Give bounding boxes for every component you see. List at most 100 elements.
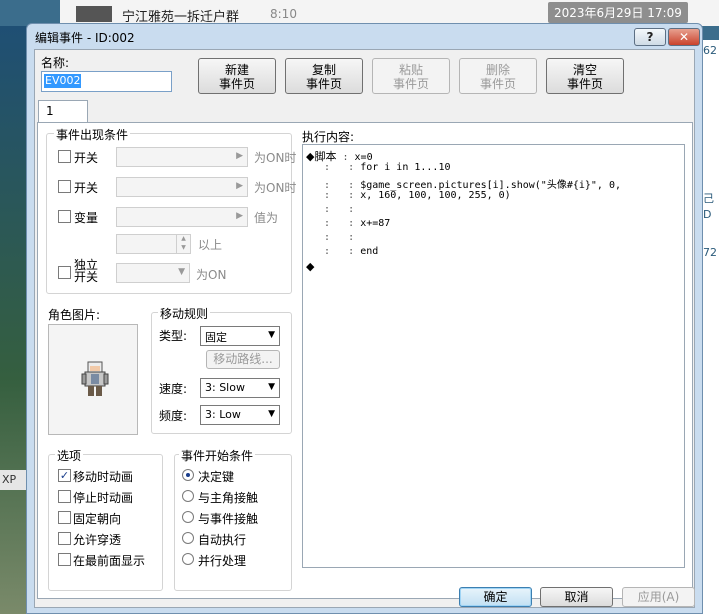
- background-chat-time: 8:10: [270, 7, 297, 21]
- command-line[interactable]: ◆: [306, 260, 314, 273]
- button-line: 事件页: [305, 77, 342, 91]
- trigger-parallel-radio[interactable]: [182, 553, 194, 565]
- speed-dropdown[interactable]: 3: Slow ▼: [200, 378, 280, 398]
- chat-thumbnail-icon: [76, 6, 112, 22]
- button-line: 事件页: [392, 77, 429, 91]
- move-route-button[interactable]: 移动路线...: [206, 350, 280, 369]
- spin-up-icon[interactable]: ▲: [176, 235, 190, 244]
- dialog-body: 名称: EV002 新建 事件页 复制 事件页 粘贴 事件页 删除 事件页 清空…: [34, 49, 695, 608]
- speed-value: 3: Slow: [205, 381, 245, 394]
- switch1-suffix: 为ON时: [254, 151, 297, 165]
- option-label: 允许穿透: [73, 533, 122, 547]
- background-left-strip: [0, 26, 28, 614]
- speed-label: 速度:: [159, 382, 188, 396]
- button-line: 事件页: [218, 77, 255, 91]
- option-label: 固定朝向: [73, 512, 122, 526]
- apply-button[interactable]: 应用(A): [622, 587, 695, 607]
- self-switch-label-line2: 开关: [74, 270, 99, 284]
- frequency-dropdown[interactable]: 3: Low ▼: [200, 405, 280, 425]
- always-on-top-checkbox[interactable]: [58, 553, 71, 566]
- button-line: 事件页: [479, 77, 516, 91]
- paste-page-button[interactable]: 粘贴 事件页: [372, 58, 450, 94]
- command-line[interactable]: : : x, 160, 100, 100, 255, 0): [306, 190, 511, 201]
- character-sprite-icon: [81, 361, 109, 396]
- cancel-button[interactable]: 取消: [540, 587, 613, 607]
- background-fragment: 72: [703, 246, 717, 259]
- character-graphic[interactable]: [48, 324, 138, 435]
- clear-page-button[interactable]: 清空 事件页: [546, 58, 624, 94]
- frequency-value: 3: Low: [205, 408, 241, 421]
- variable-dropdown[interactable]: ▶: [116, 207, 248, 227]
- command-separator: : :: [306, 246, 361, 257]
- frequency-label: 频度:: [159, 409, 188, 423]
- trigger-event-touch-radio[interactable]: [182, 511, 194, 523]
- switch1-checkbox[interactable]: [58, 150, 71, 163]
- name-value: EV002: [44, 74, 82, 88]
- trigger-action-radio[interactable]: [182, 469, 194, 481]
- self-switch-dropdown[interactable]: ▼: [116, 263, 190, 283]
- command-separator: : :: [306, 204, 361, 215]
- command-separator: : :: [306, 190, 361, 201]
- close-button[interactable]: ✕: [668, 28, 700, 46]
- walk-anim-checkbox[interactable]: ✓: [58, 469, 71, 482]
- help-button[interactable]: ?: [634, 28, 666, 46]
- move-type-dropdown[interactable]: 固定 ▼: [200, 326, 280, 346]
- spin-down-icon[interactable]: ▼: [176, 244, 190, 253]
- variable-suffix: 值为: [254, 211, 279, 225]
- variable-value-spinner[interactable]: ▲ ▼: [116, 234, 191, 254]
- command-line[interactable]: : : $game_screen.pictures[i].show("头像#{i…: [306, 176, 621, 191]
- switch2-label: 开关: [74, 181, 99, 195]
- command-separator: : :: [306, 218, 361, 229]
- chevron-down-icon: ▼: [268, 382, 275, 392]
- window-title: 编辑事件 - ID:002: [35, 31, 135, 45]
- direction-fix-checkbox[interactable]: [58, 511, 71, 524]
- switch1-dropdown[interactable]: ▶: [116, 147, 248, 167]
- through-checkbox[interactable]: [58, 532, 71, 545]
- self-switch-suffix: 为ON: [196, 268, 227, 282]
- trigger-player-touch-radio[interactable]: [182, 490, 194, 502]
- command-text: x, 160, 100, 100, 255, 0): [360, 190, 511, 201]
- command-line[interactable]: : : for i in 1...10: [306, 162, 451, 173]
- background-fragment: 62: [703, 44, 717, 57]
- option-label: 在最前面显示: [73, 554, 146, 568]
- copy-page-button[interactable]: 复制 事件页: [285, 58, 363, 94]
- chevron-right-icon: ▶: [236, 181, 243, 191]
- edit-event-dialog: 编辑事件 - ID:002 ? ✕ 名称: EV002 新建 事件页 复制 事件…: [26, 23, 703, 614]
- button-line: 复制: [311, 63, 336, 77]
- button-line: 删除: [485, 63, 510, 77]
- new-page-button[interactable]: 新建 事件页: [198, 58, 276, 94]
- trigger-title: 事件开始条件: [179, 447, 256, 464]
- command-line[interactable]: : : x+=87: [306, 218, 390, 229]
- button-line: 粘贴: [398, 63, 423, 77]
- trigger-label: 自动执行: [198, 533, 247, 547]
- command-line[interactable]: : : end: [306, 246, 378, 257]
- step-anim-checkbox[interactable]: [58, 490, 71, 503]
- variable-checkbox[interactable]: [58, 210, 71, 223]
- graphic-label: 角色图片:: [48, 308, 101, 322]
- title-bar[interactable]: 编辑事件 - ID:002 ? ✕: [27, 24, 702, 49]
- conditions-title: 事件出现条件: [54, 126, 131, 143]
- command-line[interactable]: : :: [306, 232, 360, 243]
- name-input[interactable]: EV002: [41, 71, 172, 92]
- ok-button[interactable]: 确定: [459, 587, 532, 607]
- switch2-dropdown[interactable]: ▶: [116, 177, 248, 197]
- self-switch-checkbox[interactable]: [58, 266, 71, 279]
- options-title: 选项: [55, 447, 84, 464]
- event-contents-list[interactable]: ◆脚本 : x=0 : : for i in 1...10 : : $game_…: [302, 144, 685, 568]
- background-fragment: 己: [703, 192, 714, 205]
- switch2-checkbox[interactable]: [58, 180, 71, 193]
- option-label: 移动时动画: [73, 470, 134, 484]
- delete-page-button[interactable]: 删除 事件页: [459, 58, 537, 94]
- tab-page-1[interactable]: 1: [38, 100, 88, 123]
- self-switch-label: 独立 开关: [74, 259, 98, 283]
- move-type-label: 类型:: [159, 329, 188, 343]
- trigger-autorun-radio[interactable]: [182, 532, 194, 544]
- command-line[interactable]: : :: [306, 204, 360, 215]
- option-label: 停止时动画: [73, 491, 134, 505]
- chevron-down-icon: ▼: [268, 330, 275, 340]
- background-fragment: D: [703, 208, 712, 221]
- chevron-down-icon: ▼: [178, 267, 185, 277]
- movement-title: 移动规则: [158, 305, 211, 322]
- command-text: for i in 1...10: [360, 162, 451, 173]
- name-label: 名称:: [41, 56, 70, 70]
